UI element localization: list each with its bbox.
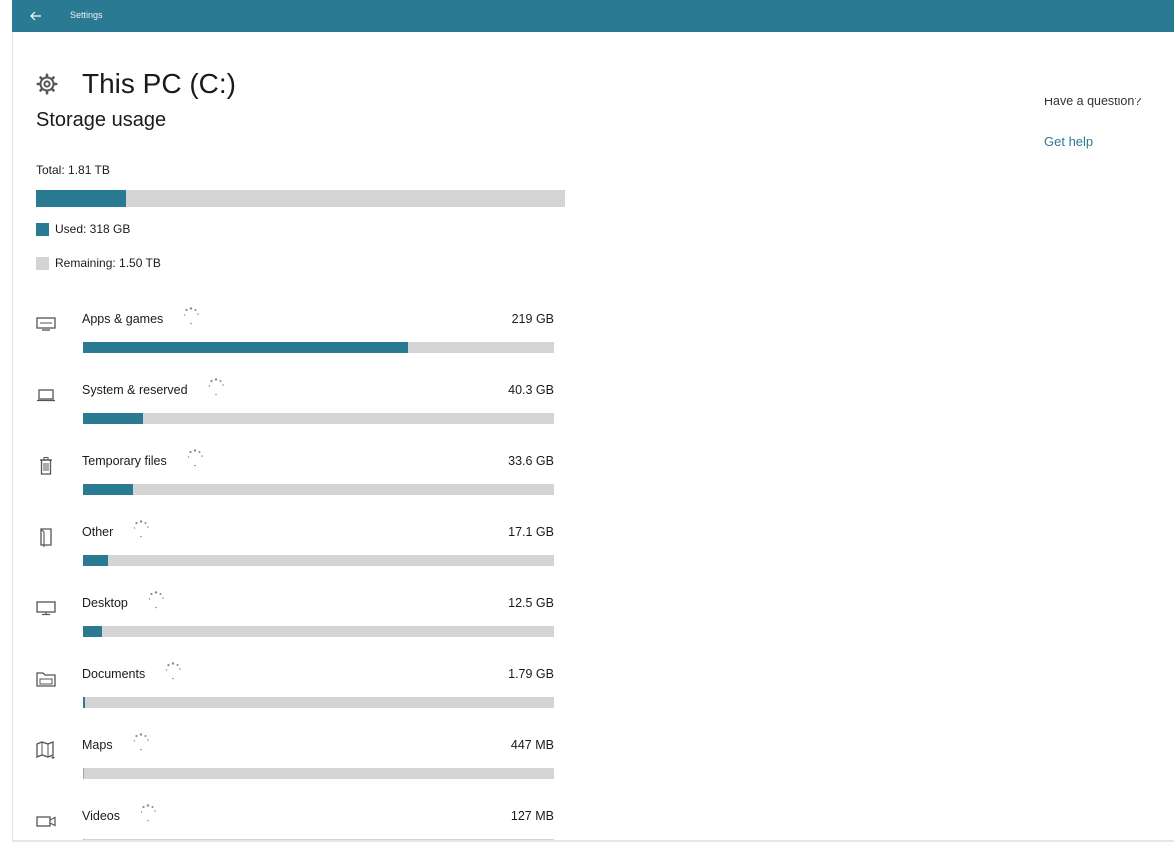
loading-spinner-icon <box>206 377 226 397</box>
storage-category-temporary-files[interactable]: Temporary files 33.6 GB <box>36 442 566 513</box>
loading-spinner-icon <box>146 590 166 610</box>
category-size: 33.6 GB <box>508 454 554 468</box>
total-label: Total: 1.81 TB <box>36 163 110 177</box>
total-usage-bar <box>36 190 565 207</box>
category-label: Videos <box>82 809 120 823</box>
title-bar: Settings <box>12 0 1174 32</box>
category-usage-fill <box>83 342 408 353</box>
category-size: 12.5 GB <box>508 596 554 610</box>
category-usage-fill <box>83 626 102 637</box>
category-label: Desktop <box>82 596 128 610</box>
book-icon <box>36 527 56 547</box>
category-usage-bar <box>83 342 554 353</box>
loading-spinner-icon <box>138 803 158 823</box>
trash-icon <box>36 456 56 476</box>
used-swatch <box>36 222 49 236</box>
category-usage-bar <box>83 413 554 424</box>
category-usage-fill <box>83 555 108 566</box>
category-usage-bar <box>83 768 554 779</box>
folder-icon <box>36 669 56 689</box>
category-usage-bar <box>83 697 554 708</box>
legend-remaining: Remaining: 1.50 TB <box>36 256 161 270</box>
storage-category-list: Apps & games 219 GB System & reserved 40.3 … <box>36 300 566 842</box>
category-usage-fill <box>83 768 85 779</box>
category-usage-bar <box>83 484 554 495</box>
loading-spinner-icon <box>131 732 151 752</box>
page-title: This PC (C:) <box>82 68 236 99</box>
gear-icon <box>36 73 58 95</box>
section-title: Storage usage <box>36 109 167 131</box>
category-label: Other <box>82 525 114 539</box>
settings-window: Settings This PC (C:) Storage usage Tota… <box>0 0 1174 842</box>
window-title: Settings <box>70 10 103 20</box>
category-size: 1.79 GB <box>508 667 554 681</box>
page-header: This PC (C:) <box>36 70 236 98</box>
category-size: 40.3 GB <box>508 383 554 397</box>
storage-category-videos[interactable]: Videos 127 MB <box>36 797 566 842</box>
category-size: 219 GB <box>511 312 554 326</box>
window-edge <box>0 0 13 842</box>
used-label: Used: 318 GB <box>55 222 131 236</box>
storage-category-documents[interactable]: Documents 1.79 GB <box>36 655 566 726</box>
video-icon <box>36 811 56 831</box>
category-size: 17.1 GB <box>508 525 554 539</box>
category-usage-bar <box>83 555 554 566</box>
loading-spinner-icon <box>185 448 205 468</box>
category-usage-fill <box>83 697 86 708</box>
remaining-swatch <box>36 256 49 270</box>
monitor-keyboard-icon <box>36 314 56 334</box>
total-usage-fill <box>36 190 126 207</box>
storage-category-system-reserved[interactable]: System & reserved 40.3 GB <box>36 371 566 442</box>
storage-category-other[interactable]: Other 17.1 GB <box>36 513 566 584</box>
storage-category-desktop[interactable]: Desktop 12.5 GB <box>36 584 566 655</box>
loading-spinner-icon <box>181 306 201 326</box>
get-help-link[interactable]: Get help <box>1044 134 1093 149</box>
help-question: Have a question? <box>1044 98 1142 108</box>
storage-category-maps[interactable]: Maps 447 MB <box>36 726 566 797</box>
category-label: Documents <box>82 667 146 681</box>
monitor-icon <box>36 598 56 618</box>
category-label: Temporary files <box>82 454 167 468</box>
map-icon <box>36 740 56 760</box>
loading-spinner-icon <box>163 661 183 681</box>
category-label: Apps & games <box>82 312 164 326</box>
back-arrow-icon <box>30 11 41 21</box>
category-usage-fill <box>83 484 134 495</box>
back-button[interactable] <box>24 6 48 26</box>
category-usage-bar <box>83 626 554 637</box>
legend-used: Used: 318 GB <box>36 222 130 236</box>
category-usage-fill <box>83 413 143 424</box>
category-size: 447 MB <box>510 738 554 752</box>
category-size: 127 MB <box>510 809 554 823</box>
storage-category-apps-games[interactable]: Apps & games 219 GB <box>36 300 566 371</box>
category-label: Maps <box>82 738 113 752</box>
category-label: System & reserved <box>82 383 188 397</box>
remaining-label: Remaining: 1.50 TB <box>55 256 161 270</box>
laptop-icon <box>36 385 56 405</box>
loading-spinner-icon <box>131 519 151 539</box>
